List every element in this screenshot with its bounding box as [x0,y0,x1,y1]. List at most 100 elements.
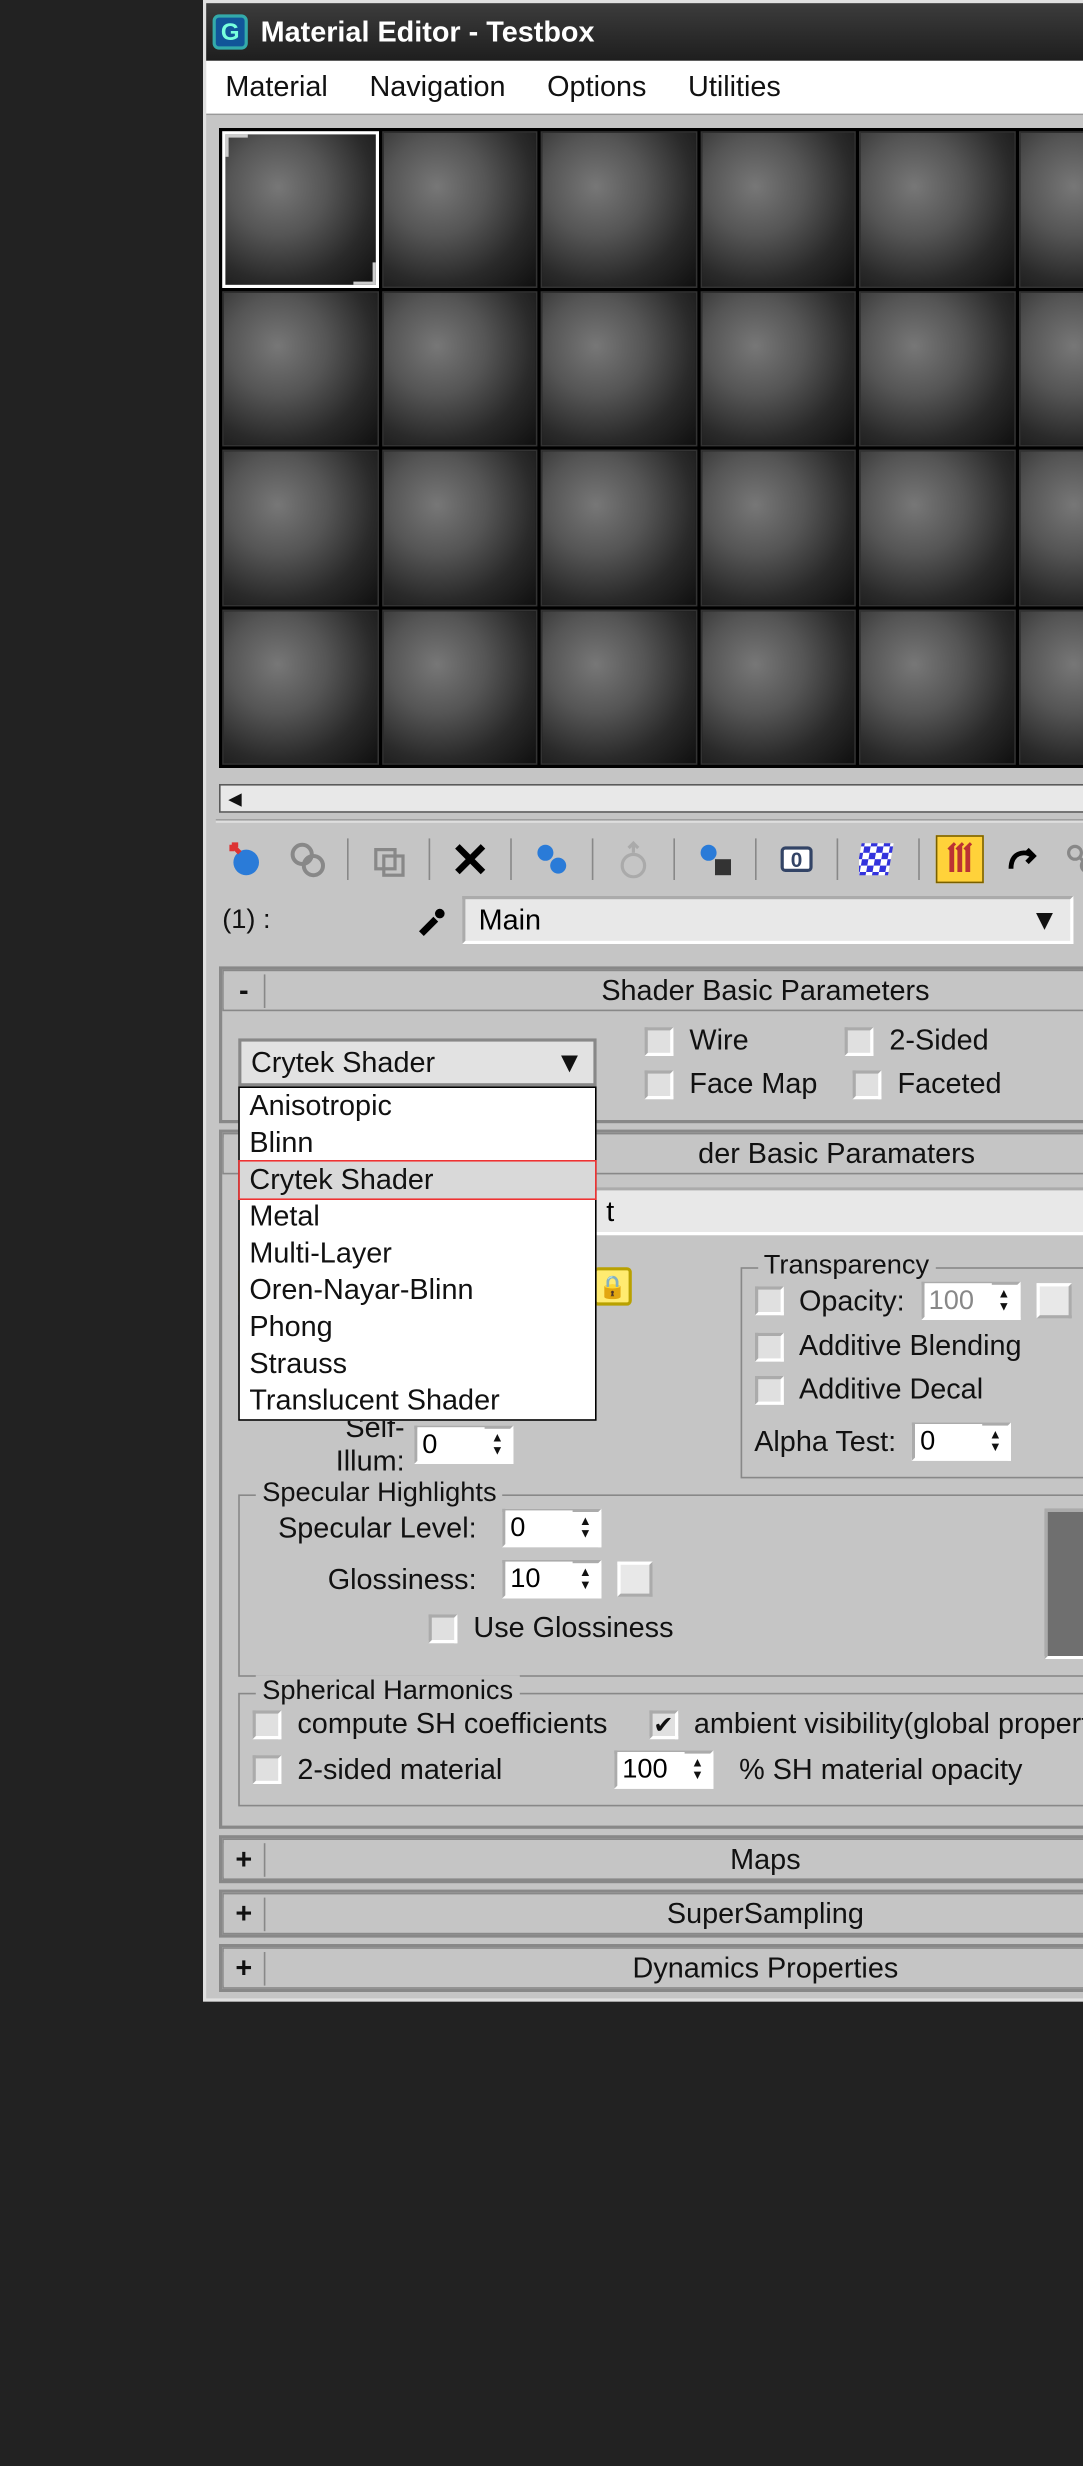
scroll-left-icon[interactable]: ◄ [221,786,250,812]
sample-slot[interactable] [541,290,697,446]
transparency-group: Transparency Opacity: ▲▼ Additive Blendi… [740,1267,1083,1478]
ambient-visibility-checkbox[interactable]: ✔ [649,1710,678,1739]
rollup-collapse-button[interactable]: - [224,974,266,1008]
specular-level-label: Specular Level: [253,1511,477,1545]
get-material-button[interactable] [222,835,270,883]
rollup-maps: + Maps [219,1835,1083,1883]
menu-navigation[interactable]: Navigation [369,70,505,104]
menu-options[interactable]: Options [547,70,646,104]
sample-slot[interactable] [700,450,856,606]
opacity-label: Opacity: [799,1284,905,1318]
sample-slot[interactable] [541,450,697,606]
rollup-header[interactable]: + Dynamics Properties [222,1947,1083,1989]
sample-slot[interactable] [1018,290,1083,446]
app-icon: G [213,14,248,49]
sample-slot[interactable] [700,131,856,287]
show-map-button[interactable] [854,835,902,883]
physicalize-combo[interactable]: ▼ [590,1187,1083,1235]
use-glossiness-label: Use Glossiness [473,1611,673,1645]
shader-option[interactable]: Phong [240,1309,595,1346]
rollup-header[interactable]: + SuperSampling [222,1893,1083,1935]
sample-slot[interactable] [700,609,856,765]
shader-option[interactable]: Anisotropic [240,1088,595,1125]
shader-option[interactable]: Strauss [240,1346,595,1383]
chevron-down-icon[interactable]: ▼ [1029,903,1061,937]
assign-to-selection-button[interactable] [365,835,413,883]
rollup-header[interactable]: + Maps [222,1838,1083,1880]
face-map-checkbox[interactable] [645,1070,674,1099]
shader-dropdown-list[interactable]: AnisotropicBlinnCrytek ShaderMetalMulti-… [238,1086,596,1420]
material-name-combo[interactable]: ▼ [463,896,1074,944]
sample-slot[interactable] [381,609,537,765]
alpha-test-spinner[interactable]: ▲▼ [912,1422,1011,1460]
rollup-header[interactable]: - Shader Basic Parameters [222,970,1083,1012]
sample-slot[interactable] [222,450,378,606]
opacity-map-button[interactable] [1036,1283,1071,1318]
specular-level-spinner[interactable]: ▲▼ [502,1509,601,1547]
opacity-spinner[interactable]: ▲▼ [921,1282,1020,1320]
sample-slot[interactable] [222,609,378,765]
opacity-checkbox[interactable] [754,1286,783,1315]
sample-slot[interactable] [859,290,1015,446]
sample-slot[interactable] [700,290,856,446]
put-to-scene-button[interactable] [283,835,331,883]
faceted-label: Faceted [897,1067,1001,1101]
use-glossiness-checkbox[interactable] [429,1614,458,1643]
shader-option[interactable]: Metal [240,1198,595,1235]
sample-slot[interactable] [859,131,1015,287]
sample-slot[interactable] [1018,450,1083,606]
additive-blend-checkbox[interactable] [754,1332,783,1361]
sample-grid [219,128,1083,768]
shader-option[interactable]: Oren-Nayar-Blinn [240,1272,595,1309]
reset-map-button[interactable] [446,835,494,883]
sample-slot[interactable] [1018,131,1083,287]
eyedropper-button[interactable] [411,901,449,939]
sample-slot[interactable] [859,609,1015,765]
sh-twosided-checkbox[interactable] [253,1755,282,1784]
chevron-down-icon[interactable]: ▼ [555,1046,584,1080]
make-unique-button[interactable] [609,835,657,883]
additive-decal-checkbox[interactable] [754,1375,783,1404]
sample-hscrollbar[interactable]: ◄ ► [219,784,1083,813]
physicalize-value[interactable] [603,1193,1083,1230]
sample-slot[interactable] [381,131,537,287]
sample-slot[interactable] [541,609,697,765]
selfillum-spinner[interactable]: ▲▼ [414,1426,513,1464]
wire-checkbox[interactable] [645,1026,674,1055]
ad-lock-button[interactable]: 🔒 [593,1267,631,1305]
sample-slot[interactable] [222,290,378,446]
rollup-title: SuperSampling [265,1897,1083,1931]
go-sibling-button[interactable] [1057,835,1083,883]
two-sided-checkbox[interactable] [845,1026,874,1055]
make-copy-button[interactable] [528,835,576,883]
rollup-expand-button[interactable]: + [224,1951,266,1985]
rollup-expand-button[interactable]: + [224,1897,266,1931]
go-parent-button[interactable] [997,835,1045,883]
sample-slot[interactable] [381,450,537,606]
sample-slot[interactable] [1018,609,1083,765]
shader-select[interactable]: Crytek Shader ▼ AnisotropicBlinnCrytek S… [238,1038,596,1086]
sample-slot[interactable] [541,131,697,287]
faceted-checkbox[interactable] [853,1070,882,1099]
glossiness-map-button[interactable] [617,1562,652,1597]
put-to-library-button[interactable] [691,835,739,883]
shader-option[interactable]: Translucent Shader [240,1382,595,1419]
sample-slot[interactable] [859,450,1015,606]
compute-sh-label: compute SH coefficients [297,1707,607,1741]
sh-opacity-spinner[interactable]: ▲▼ [614,1750,713,1788]
specular-preview [1045,1509,1083,1659]
material-name-input[interactable] [475,902,1028,939]
shader-option[interactable]: Blinn [240,1125,595,1162]
glossiness-spinner[interactable]: ▲▼ [502,1560,601,1598]
menu-material[interactable]: Material [225,70,327,104]
sample-slot[interactable] [381,290,537,446]
sample-slot[interactable] [222,131,378,287]
show-end-result-button[interactable] [936,835,984,883]
rollup-expand-button[interactable]: + [224,1842,266,1876]
shader-option[interactable]: Crytek Shader [240,1162,595,1199]
shader-option[interactable]: Multi-Layer [240,1235,595,1272]
menubar: Material Navigation Options Utilities [206,61,1083,115]
compute-sh-checkbox[interactable] [253,1710,282,1739]
material-id-button[interactable]: 0 [773,835,821,883]
menu-utilities[interactable]: Utilities [688,70,781,104]
